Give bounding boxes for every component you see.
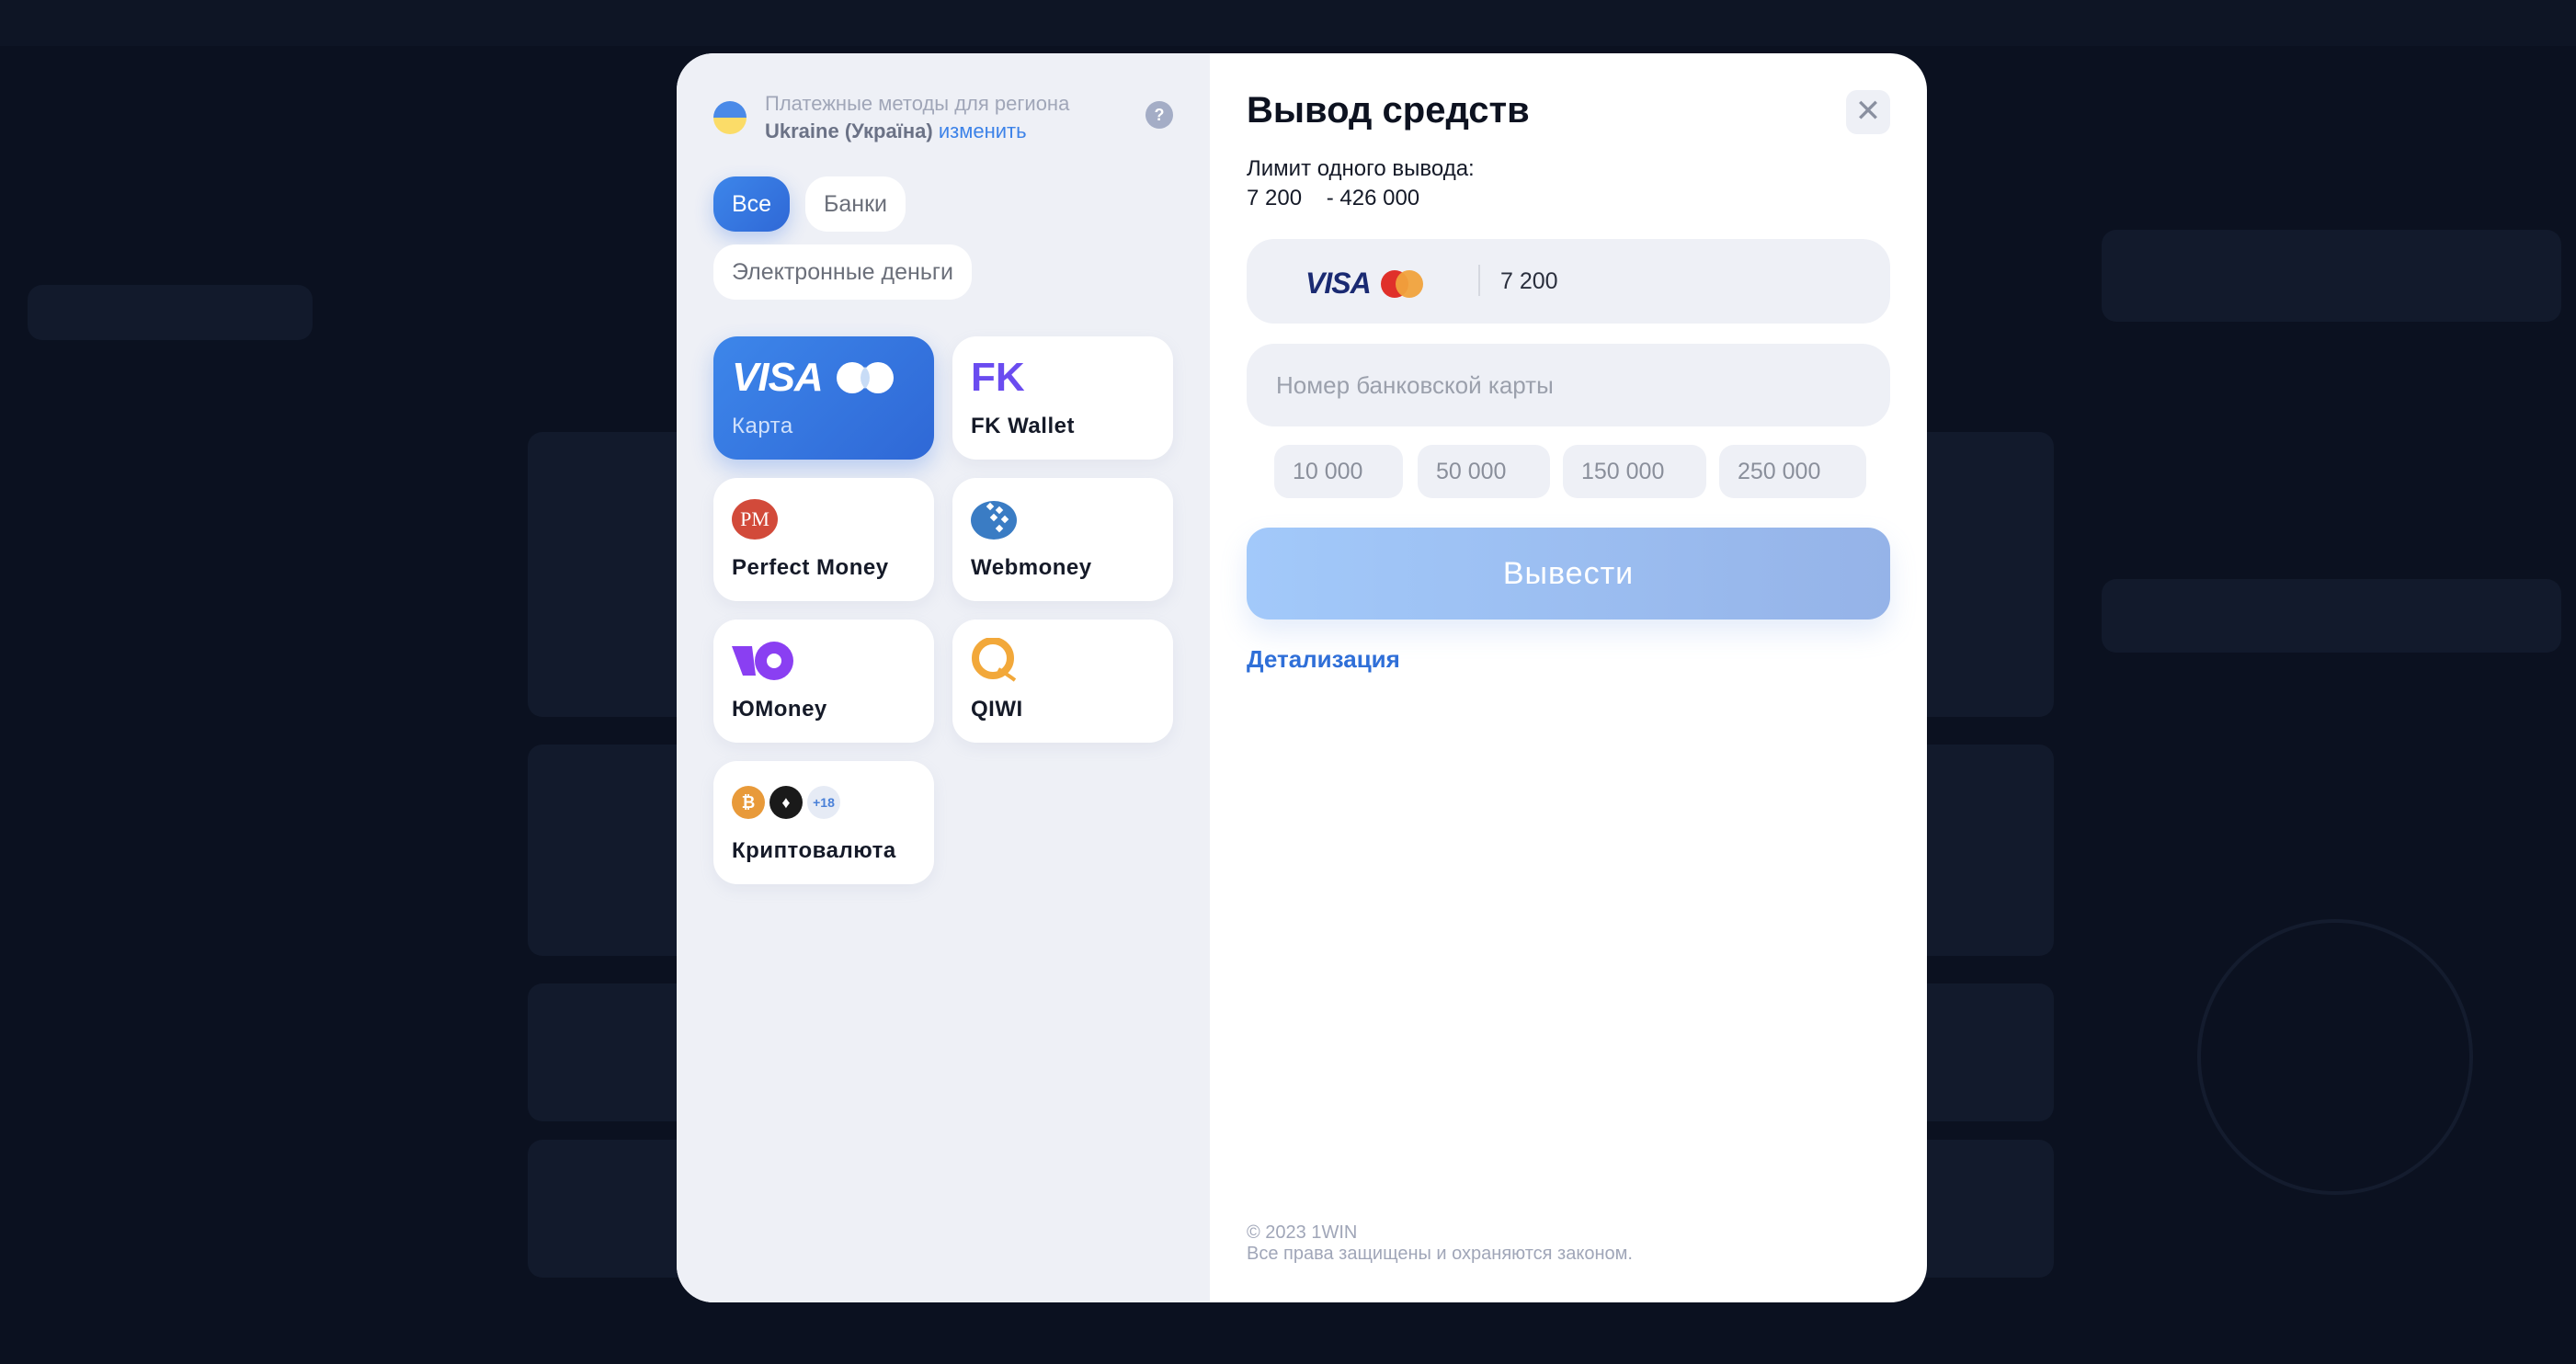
bitcoin-icon: ₿ <box>732 786 765 819</box>
footer: © 2023 1WIN Все права защищены и охраняю… <box>1247 1222 1633 1265</box>
visa-mastercard-icon: VISA <box>1305 267 1424 301</box>
withdraw-modal: Платежные методы для региона Ukraine (Ук… <box>677 53 1927 1302</box>
method-label: Perfect Money <box>732 555 889 580</box>
webmoney-icon <box>971 496 1019 542</box>
fk-wallet-icon: FK <box>971 355 1025 400</box>
question-icon[interactable]: ? <box>1146 101 1173 129</box>
method-card[interactable]: PM Perfect Money <box>713 478 934 601</box>
amount-value: 7 200 <box>1500 268 1558 294</box>
method-card[interactable]: ЮMoney <box>713 619 934 743</box>
method-label: Карта <box>732 414 793 438</box>
perfect-money-icon: PM <box>732 496 778 542</box>
rights-text: Все права защищены и охраняются законом. <box>1247 1244 1633 1264</box>
payment-methods-panel: Платежные методы для региона Ukraine (Ук… <box>677 53 1210 1302</box>
region-label: Платежные методы для региона <box>765 92 1070 115</box>
region-selector: Платежные методы для региона Ukraine (Ук… <box>713 92 1069 143</box>
close-button[interactable]: ✕ <box>1846 90 1890 134</box>
more-crypto-badge: +18 <box>807 786 840 819</box>
quick-amount-button[interactable]: 150 000 <box>1563 445 1706 498</box>
method-label: FK Wallet <box>971 414 1075 438</box>
page-title: Вывод средств <box>1247 90 1530 131</box>
crypto-icon: ₿ ♦ +18 <box>732 779 845 825</box>
change-region-link[interactable]: изменить <box>939 119 1027 142</box>
limit-label: Лимит одного вывода: <box>1247 156 1475 181</box>
method-label: ЮMoney <box>732 697 827 722</box>
method-label: Webmoney <box>971 555 1092 580</box>
method-card[interactable]: ₿ ♦ +18 Криптовалюта <box>713 761 934 884</box>
region-country: Ukraine (Україна) <box>765 119 933 142</box>
ukraine-flag-icon <box>713 101 747 134</box>
method-card[interactable]: Webmoney <box>952 478 1173 601</box>
yoomoney-icon <box>732 638 796 684</box>
quick-amount-button[interactable]: 10 000 <box>1274 445 1403 498</box>
filter-tab-all[interactable]: Все <box>713 176 791 232</box>
details-link[interactable]: Детализация <box>1247 645 1400 674</box>
visa-mastercard-icon: VISA <box>732 355 895 401</box>
ethereum-icon: ♦ <box>769 786 803 819</box>
withdraw-form: Вывод средств ✕ Лимит одного вывода: 7 2… <box>1210 53 1927 1302</box>
method-card[interactable]: QIWI <box>952 619 1173 743</box>
method-label: QIWI <box>971 697 1023 722</box>
method-label: Криптовалюта <box>732 838 896 863</box>
limit-range: 7 200 - 426 000 <box>1247 186 1420 210</box>
filter-tab-banks[interactable]: Банки <box>805 176 906 232</box>
quick-amount-button[interactable]: 250 000 <box>1719 445 1866 498</box>
withdraw-button[interactable]: Вывести <box>1247 528 1890 619</box>
method-card[interactable]: VISA Карта <box>713 336 934 460</box>
method-card[interactable]: FK FK Wallet <box>952 336 1173 460</box>
filter-tab-e-money[interactable]: Электронные деньги <box>713 244 972 300</box>
amount-input[interactable]: VISA 7 200 <box>1247 239 1890 324</box>
qiwi-icon <box>971 638 1019 684</box>
card-number-input[interactable]: Номер банковской карты <box>1247 344 1890 426</box>
quick-amount-button[interactable]: 50 000 <box>1418 445 1550 498</box>
copyright: © 2023 1WIN <box>1247 1222 1358 1243</box>
divider <box>1478 265 1480 296</box>
withdraw-limit: Лимит одного вывода: 7 200 - 426 000 <box>1247 154 1475 213</box>
